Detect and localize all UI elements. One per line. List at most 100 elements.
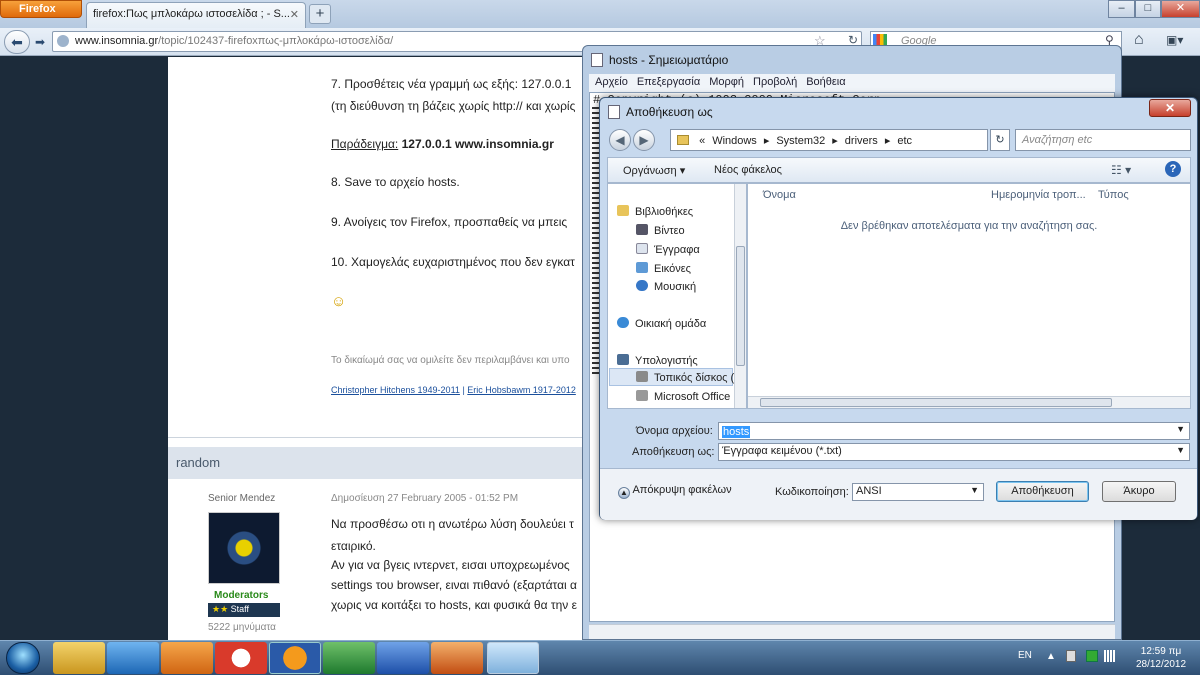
column-name[interactable]: Όνομα [763,189,796,201]
nav-libraries-label: Βιβλιοθήκες [635,206,694,218]
avatar[interactable] [208,512,280,584]
chevron-right-icon[interactable]: ▸ [764,135,770,147]
new-folder-button[interactable]: Νέος φάκελος [714,164,782,176]
menu-help[interactable]: Βοήθεια [806,76,845,88]
nav-homegroup-label: Οικιακή ομάδα [635,318,707,330]
view-options-icon[interactable]: ☷ ▾ [1111,163,1131,177]
media-player-taskbar-icon[interactable] [107,642,159,674]
nav-pictures-label: Εικόνες [654,263,691,275]
file-list-scrollbar[interactable] [748,396,1190,408]
page-sidebar-background [0,57,168,640]
firefox-taskbar-icon[interactable] [269,642,321,674]
file-list[interactable]: Όνομα Ημερομηνία τροπ... Τύπος Δεν βρέθη… [747,183,1191,409]
column-type[interactable]: Τύπος [1098,189,1129,201]
browser-tab[interactable]: firefox:Πως μπλοκάρω ιστοσελίδα ; - S...… [86,2,306,28]
example-line: Παράδειγμα: 127.0.0.1 www.insomnia.gr [331,137,554,151]
nav-pictures[interactable]: Εικόνες [636,262,691,275]
breadcrumb-etc[interactable]: etc [897,135,912,147]
music-icon [636,280,648,291]
dialog-search-input[interactable]: Αναζήτηση etc [1015,129,1191,151]
column-date[interactable]: Ημερομηνία τροπ... [991,189,1086,201]
breadcrumb[interactable]: « Windows ▸ System32 ▸ drivers ▸ etc [670,129,988,151]
network-icon[interactable] [1104,650,1116,662]
refresh-icon[interactable]: ↻ [990,129,1010,151]
filename-input[interactable]: hosts ▼ [718,422,1190,440]
breadcrumb-drivers[interactable]: drivers [845,135,878,147]
breadcrumb-windows[interactable]: Windows [712,135,757,147]
excel-taskbar-icon[interactable] [323,642,375,674]
encoding-value: ANSI [856,485,882,497]
tray-app-icon[interactable] [1086,650,1098,662]
savetype-select[interactable]: Έγγραφα κειμένου (*.txt) ▼ [718,443,1190,461]
battery-icon[interactable] [1066,650,1076,662]
nav-office[interactable]: Microsoft Office [636,390,730,403]
help-icon[interactable]: ? [1165,161,1181,177]
tools-taskbar-icon[interactable] [431,642,483,674]
dialog-close-button[interactable]: ✕ [1149,99,1191,117]
organize-button[interactable]: Οργάνωση ▾ [623,164,685,177]
bookmarks-menu-icon[interactable]: ▣▾ [1166,33,1183,47]
post-line: settings του browser, ειναι πιθανό (εξαρ… [331,578,577,592]
nav-homegroup[interactable]: Οικιακή ομάδα [617,317,706,330]
nav-computer[interactable]: Υπολογιστής [617,354,698,367]
app-taskbar-icon[interactable] [215,642,267,674]
back-button[interactable]: ⬅ [4,30,30,54]
nav-scroll-thumb[interactable] [736,246,745,366]
dialog-forward-button[interactable]: ▶ [633,129,655,151]
menu-edit[interactable]: Επεξεργασία [637,76,700,88]
maximize-button[interactable]: □ [1135,0,1161,18]
close-button[interactable]: ✕ [1161,0,1200,18]
tab-close-icon[interactable]: ✕ [290,8,299,21]
nav-local-disk[interactable]: Τοπικός δίσκος ( [636,371,734,384]
encoding-select[interactable]: ANSI ▼ [852,483,984,501]
chevron-down-icon[interactable]: ▼ [1176,445,1185,455]
menu-format[interactable]: Μορφή [709,76,744,88]
notepad-taskbar-icon[interactable] [487,642,539,674]
chevron-right-icon[interactable]: ▸ [885,135,891,147]
url-path: /topic/102437-firefoxπως-μπλοκάρω-ιστοσε… [158,35,394,47]
signature-link-hobsbawm[interactable]: Eric Hobsbawm 1917-2012 [467,385,576,395]
breadcrumb-overflow[interactable]: « [699,135,705,147]
nav-video[interactable]: Βίντεο [636,224,685,237]
save-button[interactable]: Αποθήκευση [996,481,1089,502]
chevron-right-icon[interactable]: ▸ [832,135,838,147]
pictures-icon [636,262,648,273]
word-taskbar-icon[interactable] [377,642,429,674]
staff-badge-label: Staff [230,604,250,614]
horizontal-scrollbar[interactable] [589,624,1115,639]
home-icon[interactable]: ⌂ [1134,31,1144,49]
chevron-down-icon[interactable]: ▼ [1176,424,1185,434]
nav-documents[interactable]: Έγγραφα [636,243,700,256]
menu-view[interactable]: Προβολή [753,76,797,88]
forward-button[interactable]: ➡ [30,32,50,52]
menu-file[interactable]: Αρχείο [595,76,628,88]
signature-link-hitchens[interactable]: Christopher Hitchens 1949-2011 [331,385,460,395]
dialog-title: Αποθήκευση ως [626,105,713,119]
homegroup-icon [617,317,629,328]
nav-scrollbar[interactable] [734,184,746,408]
minimize-button[interactable]: – [1108,0,1135,18]
office-taskbar-icon[interactable] [161,642,213,674]
nav-music[interactable]: Μουσική [636,280,696,293]
hide-folders-toggle[interactable]: ▲ Απόκρυψη φακέλων [618,484,732,499]
chevron-down-icon[interactable]: ▼ [970,485,979,495]
clock[interactable]: 12:59 πμ 28/12/2012 [1126,645,1196,671]
breadcrumb-system32[interactable]: System32 [776,135,825,147]
firefox-menu-button[interactable]: Firefox [0,0,82,18]
url-domain: www.insomnia.gr [75,35,159,47]
example-label: Παράδειγμα: [331,137,399,151]
nav-office-label: Microsoft Office [654,391,731,403]
start-button[interactable] [6,642,40,674]
cancel-button[interactable]: Άκυρο [1102,481,1176,502]
nav-libraries[interactable]: Βιβλιοθήκες [617,205,693,218]
new-tab-button[interactable]: + [309,4,331,24]
step-7: 7. Προσθέτεις νέα γραμμή ως εξής: 127.0.… [331,77,572,91]
clock-date: 28/12/2012 [1135,659,1187,670]
file-list-scroll-thumb[interactable] [760,398,1112,407]
language-indicator[interactable]: EN [1018,650,1032,661]
show-hidden-icons[interactable]: ▲ [1046,651,1056,662]
explorer-taskbar-icon[interactable] [53,642,105,674]
folder-icon [677,135,689,145]
dialog-back-button[interactable]: ◀ [609,129,631,151]
libraries-icon [617,205,629,216]
